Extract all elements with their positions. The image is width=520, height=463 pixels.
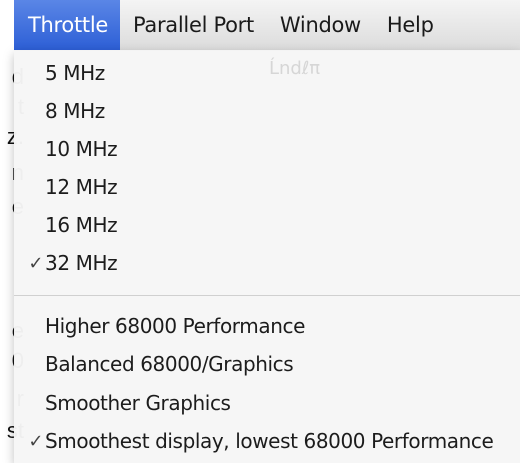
menu-item-label: 32 MHz (45, 251, 118, 275)
checkmark-icon: ✓ (28, 430, 43, 452)
menu-window[interactable]: Window (267, 0, 374, 50)
menu-item-label: Smoother Graphics (45, 391, 231, 415)
menu-help[interactable]: Help (374, 0, 447, 50)
menu-item-label: 5 MHz (45, 61, 105, 85)
menu-throttle[interactable]: Throttle (14, 0, 120, 50)
menu-item-label: 16 MHz (45, 213, 118, 237)
menu-item-12mhz[interactable]: 12 MHz (14, 168, 520, 206)
menu-item-5mhz[interactable]: 5 MHz (14, 54, 520, 92)
menu-parallel-port[interactable]: Parallel Port (120, 0, 267, 50)
checkmark-icon: ✓ (28, 252, 43, 274)
menu-item-smoothest-display[interactable]: ✓ Smoothest display, lowest 68000 Perfor… (14, 422, 520, 460)
menu-item-10mhz[interactable]: 10 MHz (14, 130, 520, 168)
menu-item-16mhz[interactable]: 16 MHz (14, 206, 520, 244)
menu-item-higher-performance[interactable]: Higher 68000 Performance (14, 307, 520, 345)
menu-item-label: 8 MHz (45, 99, 105, 123)
menu-item-32mhz[interactable]: ✓ 32 MHz (14, 244, 520, 282)
menu-item-label: Balanced 68000/Graphics (45, 352, 294, 376)
menu-item-balanced[interactable]: Balanced 68000/Graphics (14, 345, 520, 383)
menu-bar: Throttle Parallel Port Window Help (14, 0, 520, 51)
menu-item-8mhz[interactable]: 8 MHz (14, 92, 520, 130)
menu-item-label: 12 MHz (45, 175, 118, 199)
menu-item-label: 10 MHz (45, 137, 118, 161)
menu-item-label: Smoothest display, lowest 68000 Performa… (45, 429, 494, 453)
menu-item-label: Higher 68000 Performance (45, 314, 305, 338)
menu-separator (14, 295, 520, 296)
throttle-dropdown-menu: Ĺndℓπ 5 MHz 8 MHz 10 MHz 12 MHz 16 MHz ✓… (14, 50, 520, 463)
menu-item-smoother-graphics[interactable]: Smoother Graphics (14, 384, 520, 422)
